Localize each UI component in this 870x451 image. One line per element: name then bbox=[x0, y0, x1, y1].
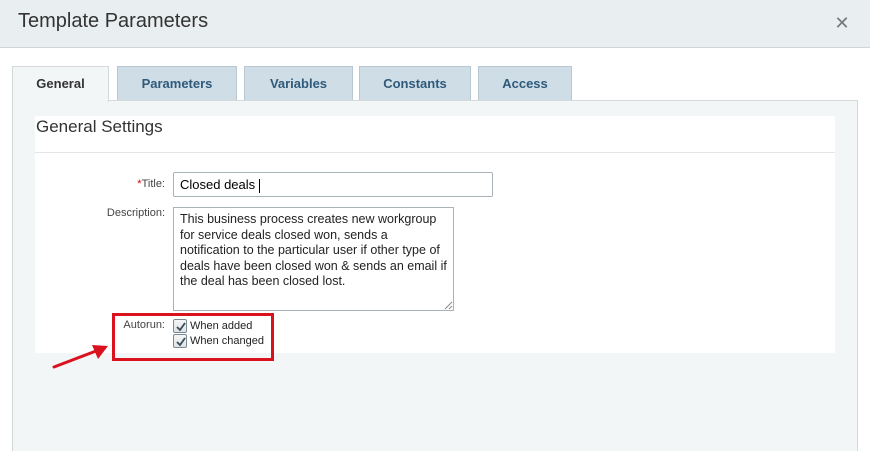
section-divider bbox=[35, 152, 835, 153]
text-cursor bbox=[259, 178, 261, 193]
tab-constants[interactable]: Constants bbox=[359, 66, 471, 101]
close-icon[interactable]: ✕ bbox=[832, 13, 852, 33]
tab-parameters[interactable]: Parameters bbox=[117, 66, 237, 101]
title-label-text: Title: bbox=[141, 178, 165, 190]
tab-general[interactable]: General bbox=[12, 66, 109, 102]
title-label: *Title: bbox=[110, 178, 165, 190]
description-label: Description: bbox=[106, 207, 165, 219]
tab-access[interactable]: Access bbox=[478, 66, 572, 101]
description-textarea[interactable]: This business process creates new workgr… bbox=[173, 207, 454, 311]
dialog-header: Template Parameters ✕ bbox=[0, 0, 870, 48]
dialog-title: Template Parameters bbox=[18, 10, 209, 32]
highlight-annotation-box bbox=[112, 313, 274, 361]
annotation-arrow-icon bbox=[52, 345, 108, 369]
resize-grip-icon[interactable] bbox=[444, 301, 453, 310]
tab-variables[interactable]: Variables bbox=[244, 66, 353, 101]
title-input-value: Closed deals bbox=[180, 177, 256, 192]
title-input[interactable]: Closed deals bbox=[173, 172, 493, 197]
section-title: General Settings bbox=[36, 117, 163, 136]
